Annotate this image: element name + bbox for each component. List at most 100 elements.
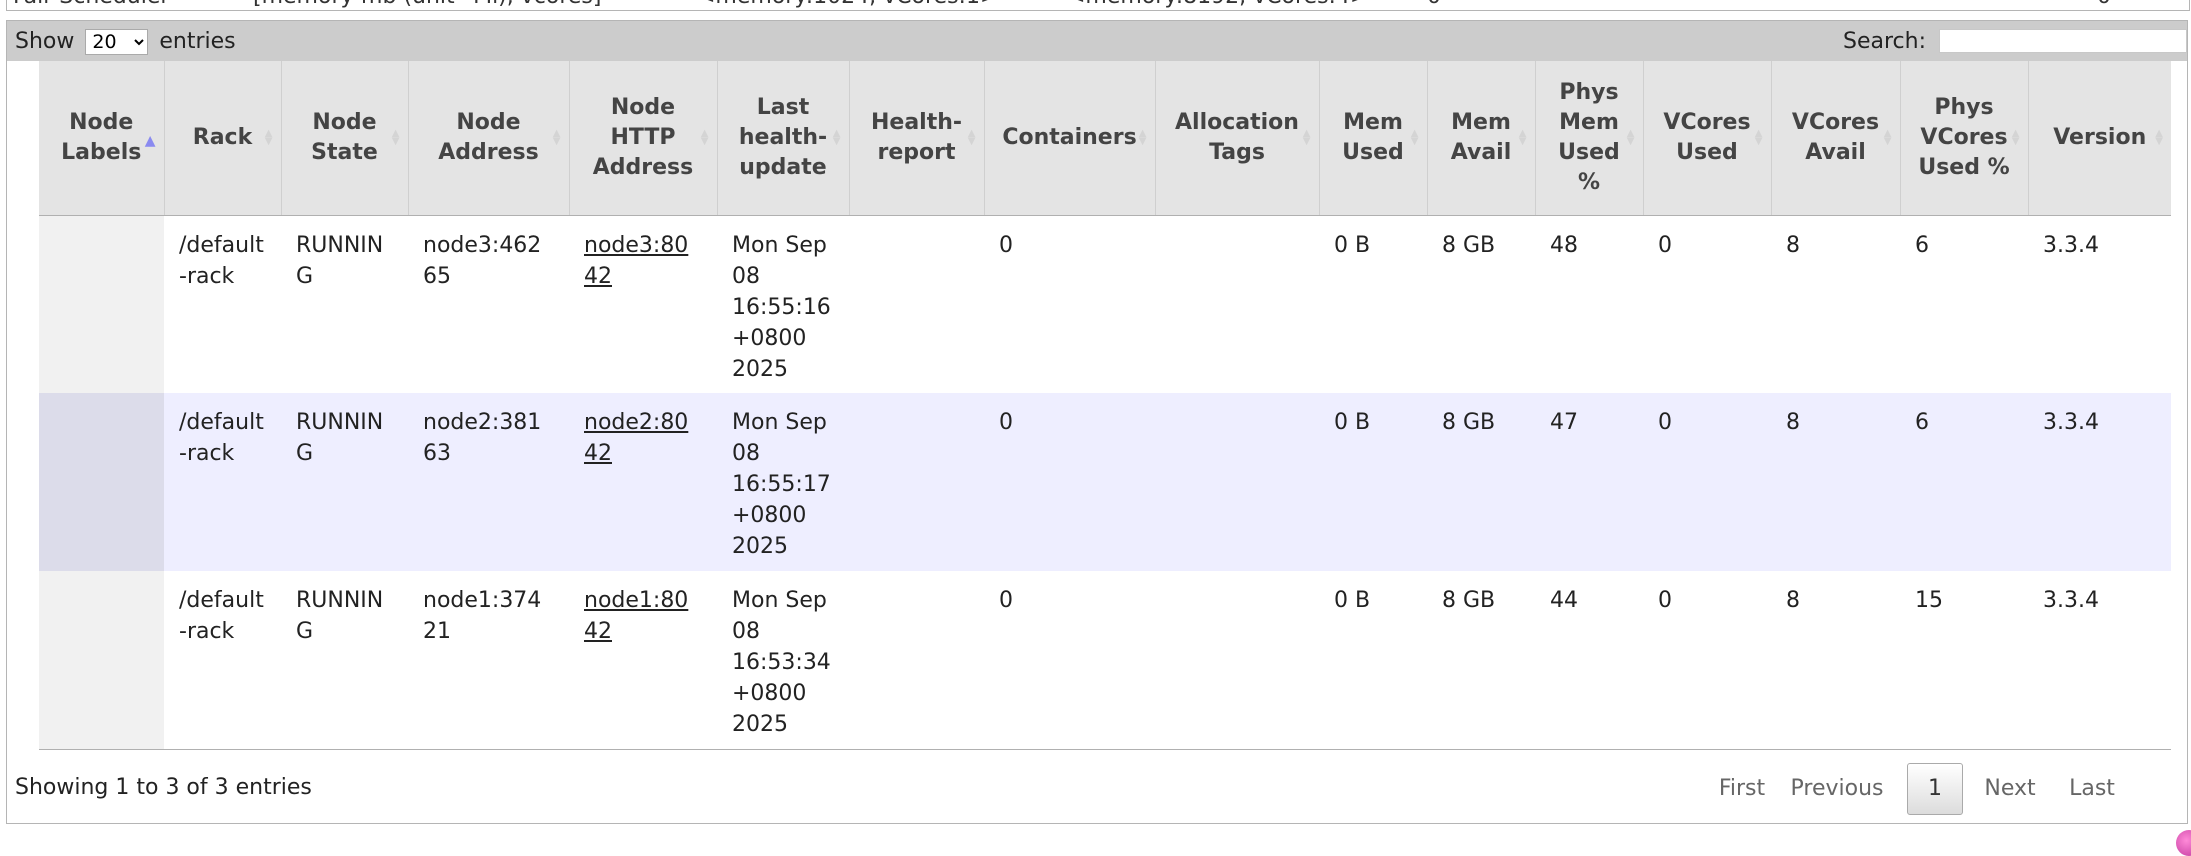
column-header-label: Phys Mem Used %	[1558, 79, 1620, 195]
column-header[interactable]: Node HTTP Address ▲ ▼	[568, 61, 717, 216]
table-cell: node3:8042	[569, 215, 717, 393]
column-header[interactable]: Node State ▲ ▼	[280, 61, 408, 216]
column-header-label: Mem Used	[1342, 109, 1404, 165]
table-cell: 8	[1771, 215, 1900, 393]
rack-cell: /default-rack	[179, 410, 264, 466]
table-cell: 15	[1900, 571, 2028, 750]
table-cell: RUNNING	[281, 393, 408, 571]
containers-cell: 0	[999, 232, 1013, 258]
node-address-cell: node3:46265	[423, 232, 542, 289]
table-cell: 47	[1535, 393, 1643, 571]
entries-per-page-select[interactable]: 102050100	[85, 29, 149, 55]
table-cell: Mon Sep 08 16:53:34 +0800 2025	[717, 571, 849, 750]
column-header-label: Allocation Tags	[1175, 109, 1299, 165]
table-cell: 0	[1643, 571, 1771, 750]
strip-fragment: Fair Scheduler	[13, 0, 169, 9]
node-http-address-link[interactable]: node3:8042	[584, 233, 688, 289]
entries-length-control: Show 102050100 entries	[15, 29, 236, 55]
sort-both-icon: ▲ ▼	[2011, 127, 2020, 147]
table-cell: 8	[1771, 393, 1900, 571]
table-cell: /default-rack	[164, 393, 281, 571]
column-header-label: Node Address	[438, 109, 539, 165]
table-cell	[39, 571, 164, 750]
mem-avail-cell: 8 GB	[1442, 588, 1496, 613]
column-header[interactable]: Phys Mem Used % ▲ ▼	[1534, 61, 1643, 216]
search-input[interactable]	[1939, 29, 2187, 53]
column-header[interactable]: Version ▲ ▼	[2027, 61, 2171, 216]
node-address-cell: node2:38163	[423, 410, 542, 466]
table-cell	[39, 393, 164, 571]
table-cell: 6	[1900, 393, 2028, 571]
table-cell: 0	[1643, 393, 1771, 571]
phys-mem-used-cell: 44	[1550, 588, 1578, 613]
column-header[interactable]: Mem Avail ▲ ▼	[1426, 61, 1535, 216]
column-header[interactable]: VCores Used ▲ ▼	[1642, 61, 1771, 216]
column-header-label: Node State	[311, 109, 378, 165]
next-page-button[interactable]: Next	[1975, 761, 2045, 817]
column-header-label: Mem Avail	[1450, 109, 1512, 165]
column-header-label: Last health-update	[738, 94, 828, 180]
table-cell: node2:38163	[408, 393, 569, 571]
header-row: Node Labels ▲ Rack ▲ ▼ Node State ▲ ▼ Node Addre…	[39, 61, 2171, 216]
node-http-address-link[interactable]: node1:8042	[584, 588, 688, 644]
table-cell: 3.3.4	[2028, 393, 2171, 571]
column-header[interactable]: Phys VCores Used % ▲ ▼	[1899, 61, 2028, 216]
sort-ascending-icon: ▲	[144, 132, 156, 149]
table-cell: 0	[984, 215, 1155, 393]
mem-used-cell: 0 B	[1334, 232, 1371, 258]
column-header[interactable]: Mem Used ▲ ▼	[1318, 61, 1427, 216]
containers-cell: 0	[999, 410, 1013, 435]
table-cell: /default-rack	[164, 215, 281, 393]
table-cell	[849, 571, 984, 750]
column-header-label: Phys VCores Used %	[1918, 94, 2010, 180]
column-header[interactable]: Rack ▲ ▼	[163, 61, 281, 216]
column-header[interactable]: Allocation Tags ▲ ▼	[1154, 61, 1319, 216]
column-header-label: Rack	[192, 124, 253, 150]
table-cell: 8 GB	[1427, 393, 1535, 571]
first-page-button[interactable]: First	[1707, 761, 1777, 817]
table-cell: /default-rack	[164, 571, 281, 750]
column-header[interactable]: Health-report ▲ ▼	[848, 61, 984, 216]
table-cell: 0	[984, 393, 1155, 571]
node-state-cell: RUNNING	[296, 232, 384, 289]
version-cell: 3.3.4	[2043, 410, 2099, 435]
node-http-address-link[interactable]: node2:8042	[584, 410, 688, 466]
page-1-button[interactable]: 1	[1907, 763, 1963, 815]
strip-fragment: 0	[1427, 0, 1441, 9]
table-cell: Mon Sep 08 16:55:17 +0800 2025	[717, 393, 849, 571]
strip-fragment: <memory:8192, vCores:4>	[1067, 0, 1368, 9]
vcores-used-cell: 0	[1658, 588, 1672, 613]
version-cell: 3.3.4	[2043, 588, 2099, 613]
sort-both-icon: ▲ ▼	[1518, 127, 1527, 147]
table-cell: 8	[1771, 571, 1900, 750]
table-cell: 0	[1643, 215, 1771, 393]
vcores-avail-cell: 8	[1786, 232, 1800, 258]
nodes-table: Node Labels ▲ Rack ▲ ▼ Node State ▲ ▼ Node Addre…	[39, 61, 2171, 750]
last-health-update-cell: Mon Sep 08 16:55:17 +0800 2025	[732, 410, 831, 559]
search-control: Search:	[1843, 29, 2187, 55]
last-page-button[interactable]: Last	[2057, 761, 2127, 817]
vcores-avail-cell: 8	[1786, 588, 1800, 613]
table-cell: 3.3.4	[2028, 215, 2171, 393]
column-header[interactable]: Node Address ▲ ▼	[407, 61, 569, 216]
phys-mem-used-cell: 48	[1550, 232, 1578, 258]
strip-fragment: 0	[2097, 0, 2111, 9]
sort-both-icon: ▲ ▼	[1138, 127, 1147, 147]
table-header: Node Labels ▲ Rack ▲ ▼ Node State ▲ ▼ Node Addre…	[39, 61, 2171, 216]
strip-fragment: [memory-mb (unit=Mi), vcores]	[253, 0, 601, 9]
column-header[interactable]: Last health-update ▲ ▼	[716, 61, 849, 216]
sort-both-icon: ▲ ▼	[552, 127, 561, 147]
table-row: /default-rack RUNNING node2:38163 node2:804…	[39, 393, 2171, 571]
previous-page-button[interactable]: Previous	[1787, 761, 1887, 817]
node-address-cell: node1:37421	[423, 588, 542, 644]
table-cell: RUNNING	[281, 215, 408, 393]
column-header[interactable]: Node Labels ▲	[39, 61, 164, 216]
containers-cell: 0	[999, 588, 1013, 613]
table-cell	[1155, 393, 1319, 571]
column-header[interactable]: Containers ▲ ▼	[983, 61, 1155, 216]
column-header[interactable]: VCores Avail ▲ ▼	[1770, 61, 1900, 216]
table-controls: Show 102050100 entries Search:	[7, 21, 2187, 61]
vcores-avail-cell: 8	[1786, 410, 1800, 435]
browser-extension-badge-icon	[2176, 830, 2191, 856]
mem-used-cell: 0 B	[1334, 410, 1371, 435]
